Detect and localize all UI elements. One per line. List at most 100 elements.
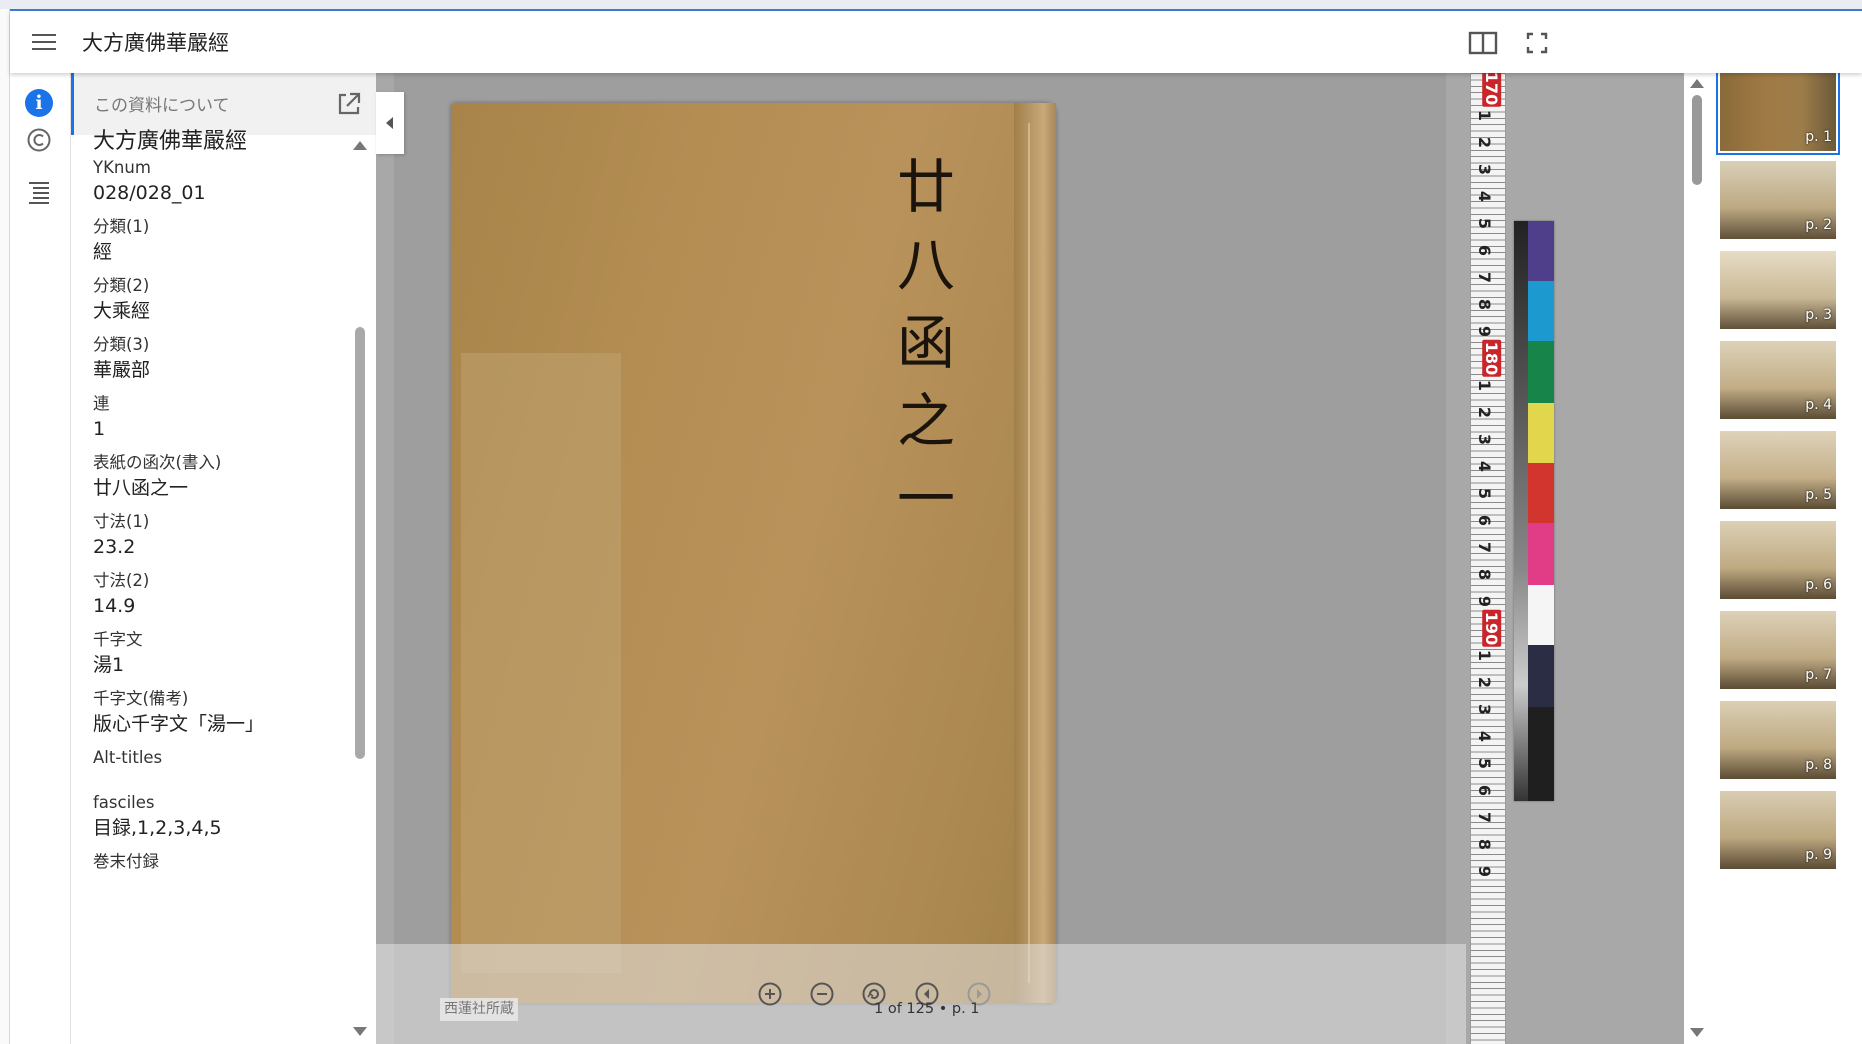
resource-title: 大方廣佛華嚴經 [93, 129, 248, 154]
book-cover-image: 廿八函之一 [451, 103, 1056, 1003]
thumbnail-label: p. 1 [1805, 129, 1832, 145]
ruler-label: 9 [1475, 325, 1495, 338]
page-thumbnail[interactable]: p. 2 [1720, 161, 1836, 239]
top-bar: 大方廣佛華嚴經 [10, 11, 1862, 73]
field-label: 千字文(備考) [93, 689, 189, 708]
scrollbar-thumb[interactable] [1692, 95, 1702, 185]
metadata-field: 寸法(1) 23.2 [93, 511, 353, 561]
metadata-field: 分類(2) 大乘經 [93, 275, 353, 325]
ruler-label: 6 [1475, 784, 1495, 797]
book-view-icon[interactable] [1468, 29, 1498, 57]
ruler-label: 7 [1475, 541, 1495, 554]
zoom-out-icon[interactable] [809, 981, 835, 1007]
scroll-up-arrow-icon[interactable] [1690, 79, 1704, 88]
field-value: 028/028_01 [93, 182, 206, 204]
field-value: 23.2 [93, 536, 136, 558]
page-thumbnail[interactable]: p. 7 [1720, 611, 1836, 689]
panel-scrollbar[interactable] [353, 141, 367, 1041]
ruler-label: 2 [1475, 676, 1495, 689]
metadata-field: 巻末付録 [93, 851, 353, 873]
image-canvas[interactable]: 廿八函之一 [394, 73, 1446, 1044]
browser-frame-top [0, 0, 1862, 11]
page-thumbnail[interactable]: p. 1 [1716, 73, 1840, 155]
field-value: 大乘經 [93, 300, 151, 322]
field-value: 華嚴部 [93, 359, 151, 381]
ruler-label: 5 [1475, 757, 1495, 770]
field-label: Alt-titles [93, 748, 163, 767]
thumbnail-label: p. 9 [1805, 847, 1832, 863]
ruler-label: 7 [1475, 271, 1495, 284]
thumbnail-label: p. 3 [1805, 307, 1832, 323]
ruler-label: 180 [1482, 339, 1502, 378]
field-label: fasciles [93, 793, 155, 812]
field-label: 分類(1) [93, 217, 150, 236]
copyright-icon[interactable] [25, 125, 55, 155]
metadata-field: 分類(1) 經 [93, 216, 353, 266]
metadata-field: YKnum 028/028_01 [93, 157, 353, 207]
page-thumbnail[interactable]: p. 4 [1720, 341, 1836, 419]
info-icon[interactable]: i [25, 89, 55, 119]
ruler-label: 2 [1475, 406, 1495, 419]
zoom-in-icon[interactable] [757, 981, 783, 1007]
open-external-icon[interactable] [334, 89, 364, 119]
ruler-label: 3 [1475, 433, 1495, 446]
collapse-panel-button[interactable] [376, 92, 404, 154]
info-panel: この資料について 大方廣佛華嚴經 YKnum 028/028_01 分類(1) … [71, 73, 376, 1044]
scroll-down-arrow-icon[interactable] [353, 1027, 367, 1036]
panel-header: この資料について [71, 73, 376, 135]
metadata-field: fasciles 目録,1,2,3,4,5 [93, 792, 353, 842]
thumbnail-label: p. 5 [1805, 487, 1832, 503]
field-label: 千字文 [93, 630, 143, 649]
ruler-label: 4 [1475, 190, 1495, 203]
field-label: 分類(3) [93, 335, 150, 354]
window-title: 大方廣佛華嚴經 [82, 31, 229, 55]
holding-institution-label: 西蓮社所蔵 [440, 998, 518, 1021]
scrollbar-thumb[interactable] [355, 327, 365, 759]
field-value: 湯1 [93, 654, 125, 676]
ruler-label: 1 [1475, 109, 1495, 122]
scroll-up-arrow-icon[interactable] [353, 141, 367, 150]
field-value: 版心千字文「湯一」 [93, 713, 265, 735]
scroll-down-arrow-icon[interactable] [1690, 1028, 1704, 1037]
metadata-field: 千字文(備考) 版心千字文「湯一」 [93, 688, 353, 738]
thumbnail-label: p. 4 [1805, 397, 1832, 413]
cover-inscription: 廿八函之一 [896, 153, 955, 533]
page-indicator: 1 of 125 • p. 1 [874, 1001, 980, 1017]
metadata-field: 連 1 [93, 393, 353, 443]
ruler-label: 9 [1475, 865, 1495, 878]
thumbnail-strip: p. 1 p. 2 p. 3 p. 4 p. 5 p. 6 p. 7 p. 8 p. 9 [1684, 73, 1862, 1044]
table-of-contents-icon[interactable] [25, 177, 55, 207]
field-value: 14.9 [93, 595, 136, 617]
page-thumbnail[interactable]: p. 3 [1720, 251, 1836, 329]
page-thumbnail[interactable]: p. 9 [1720, 791, 1836, 869]
hamburger-menu-icon[interactable] [32, 31, 58, 53]
ruler-label: 9 [1475, 595, 1495, 608]
ruler-label: 6 [1475, 514, 1495, 527]
ruler-label: 8 [1475, 568, 1495, 581]
ruler-label: 4 [1475, 460, 1495, 473]
thumbnail-label: p. 7 [1805, 667, 1832, 683]
thumbnail-label: p. 8 [1805, 757, 1832, 773]
image-viewer[interactable]: 廿八函之一 170 1 2 3 4 5 6 7 8 9 180 1 2 3 4 5 6 7 8 9 190 1 2 3 4 5 6 7… [376, 73, 1684, 1044]
metadata-list: 大方廣佛華嚴經 YKnum 028/028_01 分類(1) 經 分類(2) 大… [93, 127, 353, 873]
ruler-label: 6 [1475, 244, 1495, 257]
ruler-label: 3 [1475, 703, 1495, 716]
field-label: 分類(2) [93, 276, 150, 295]
page-thumbnail[interactable]: p. 5 [1720, 431, 1836, 509]
browser-frame-left [0, 9, 10, 1044]
metadata-field: 表紙の函次(書入) 廿八函之一 [93, 452, 353, 502]
field-value: 經 [93, 241, 113, 263]
page-thumbnail[interactable]: p. 8 [1720, 701, 1836, 779]
field-label: 表紙の函次(書入) [93, 453, 222, 472]
field-label: 連 [93, 394, 110, 413]
page-thumbnail[interactable]: p. 6 [1720, 521, 1836, 599]
field-label: 寸法(2) [93, 571, 150, 590]
measurement-ruler: 170 1 2 3 4 5 6 7 8 9 180 1 2 3 4 5 6 7 8 9 190 1 2 3 4 5 6 7 8 9 [1470, 73, 1506, 1044]
ruler-label: 5 [1475, 217, 1495, 230]
fullscreen-icon[interactable] [1522, 29, 1552, 57]
ruler-label: 8 [1475, 838, 1495, 851]
metadata-field: Alt-titles [93, 747, 353, 783]
ruler-label: 1 [1475, 379, 1495, 392]
thumbnail-scrollbar[interactable] [1684, 73, 1708, 1044]
field-value: 目録,1,2,3,4,5 [93, 817, 222, 839]
